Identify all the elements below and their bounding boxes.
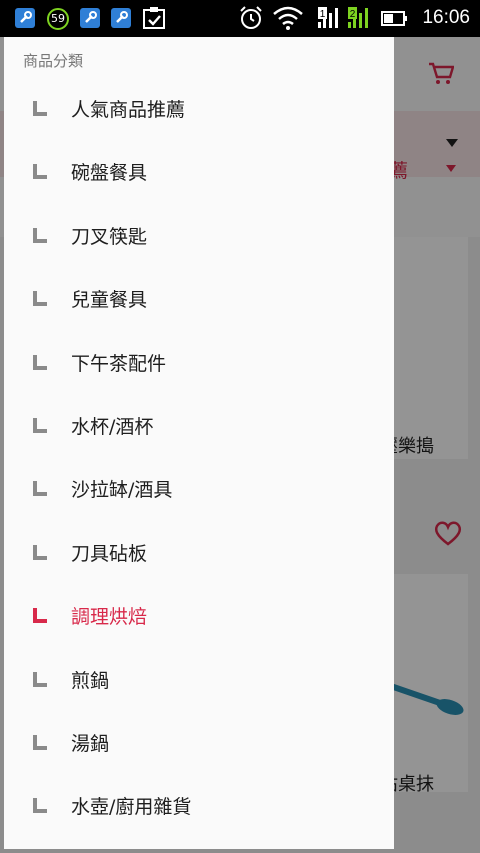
clock: 16:06	[422, 7, 470, 28]
notification-count-badge: 59	[47, 8, 69, 30]
subcategory-corner-icon	[33, 101, 47, 116]
category-item[interactable]: 兒童餐具	[4, 269, 394, 332]
category-item[interactable]: 水壺/廚用雜貨	[4, 776, 394, 839]
subcategory-corner-icon	[33, 608, 47, 624]
category-label: 水杯/酒杯	[71, 415, 154, 438]
wrench-notification-icon	[80, 8, 100, 28]
subcategory-corner-icon	[33, 354, 47, 370]
battery-icon	[381, 11, 407, 26]
subcategory-corner-icon	[33, 227, 47, 243]
status-bar: 59 1 2 16:06	[0, 0, 480, 37]
category-item[interactable]: 湯鍋	[4, 713, 394, 776]
wrench-notification-icon	[15, 8, 35, 28]
wifi-icon	[273, 6, 303, 30]
category-item[interactable]: 刀叉筷匙	[4, 206, 394, 269]
subcategory-corner-icon	[33, 798, 47, 814]
category-item[interactable]: 煎鍋	[4, 650, 394, 713]
category-label: 湯鍋	[71, 732, 110, 755]
category-label: 刀具砧板	[71, 542, 148, 565]
category-label: 水壺/廚用雜貨	[71, 796, 192, 819]
subcategory-corner-icon	[33, 671, 47, 687]
category-item[interactable]: 沙拉缽/酒具	[4, 459, 394, 522]
category-label: 碗盤餐具	[71, 162, 148, 185]
wrench-notification-icon	[111, 8, 131, 28]
sim2-label: 2	[350, 9, 356, 20]
category-label: 下午茶配件	[71, 352, 167, 375]
category-label: 刀叉筷匙	[71, 225, 148, 248]
category-item[interactable]: 水杯/酒杯	[4, 396, 394, 459]
subcategory-corner-icon	[33, 164, 47, 180]
category-label: 調理烘焙	[71, 606, 148, 629]
sim1-label: 1	[320, 9, 326, 20]
category-item[interactable]: 人氣商品推薦	[4, 79, 394, 142]
category-drawer: 商品分類 人氣商品推薦 碗盤餐具刀叉筷匙兒童餐具下午茶配件水杯/酒杯沙拉缽/酒具刀…	[4, 37, 394, 849]
subcategory-corner-icon	[33, 481, 47, 497]
category-list: 人氣商品推薦 碗盤餐具刀叉筷匙兒童餐具下午茶配件水杯/酒杯沙拉缽/酒具 刀具砧板調理…	[4, 79, 394, 840]
category-item[interactable]: 下午茶配件	[4, 333, 394, 396]
signal-sim1-icon: 1	[318, 7, 338, 28]
signal-sim2-icon: 2	[348, 7, 368, 28]
subcategory-corner-icon	[33, 734, 47, 750]
category-item[interactable]: 碗盤餐具	[4, 142, 394, 205]
drawer-header: 商品分類	[23, 52, 84, 70]
subcategory-corner-icon	[33, 291, 47, 307]
category-label: 人氣商品推薦	[71, 99, 186, 121]
category-label: 兒童餐具	[71, 289, 148, 312]
clipboard-check-icon	[143, 7, 165, 29]
category-item[interactable]: 調理烘焙	[4, 586, 394, 649]
category-item[interactable]: 刀具砧板	[4, 523, 394, 586]
subcategory-corner-icon	[33, 544, 47, 560]
category-label: 煎鍋	[71, 669, 110, 692]
subcategory-corner-icon	[33, 417, 47, 433]
category-label: 沙拉缽/酒具	[71, 479, 173, 502]
alarm-icon	[240, 6, 262, 29]
